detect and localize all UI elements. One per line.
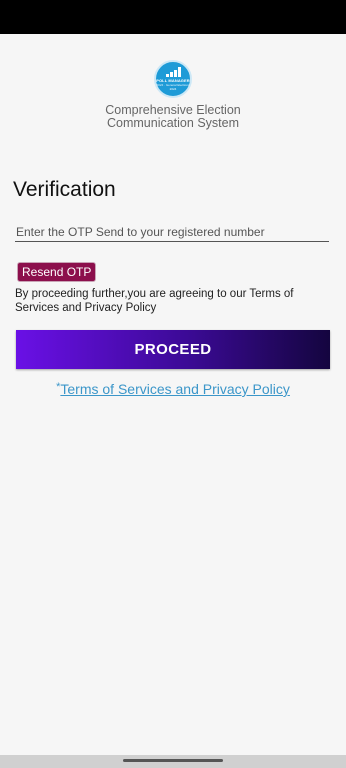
proceed-button-label: PROCEED <box>134 341 212 358</box>
terms-row: *Terms of Services and Privacy Policy <box>0 381 346 397</box>
poll-manager-logo: POLL MANAGER 2024 · General Elections 20… <box>154 60 192 98</box>
terms-privacy-link[interactable]: Terms of Services and Privacy Policy <box>60 381 290 397</box>
app-title-line2: Communication System <box>107 116 239 130</box>
logo-year: 2024 <box>169 87 177 91</box>
status-bar <box>0 0 346 34</box>
proceed-button[interactable]: PROCEED <box>16 330 330 369</box>
otp-input[interactable] <box>15 224 329 242</box>
bar-chart-icon <box>165 67 181 77</box>
page-title: Verification <box>13 178 116 201</box>
consent-text: By proceeding further,you are agreeing t… <box>15 288 294 314</box>
resend-otp-button[interactable]: Resend OTP <box>17 262 97 282</box>
app-title: Comprehensive Election Communication Sys… <box>0 104 346 130</box>
home-gesture-handle[interactable] <box>123 759 223 762</box>
